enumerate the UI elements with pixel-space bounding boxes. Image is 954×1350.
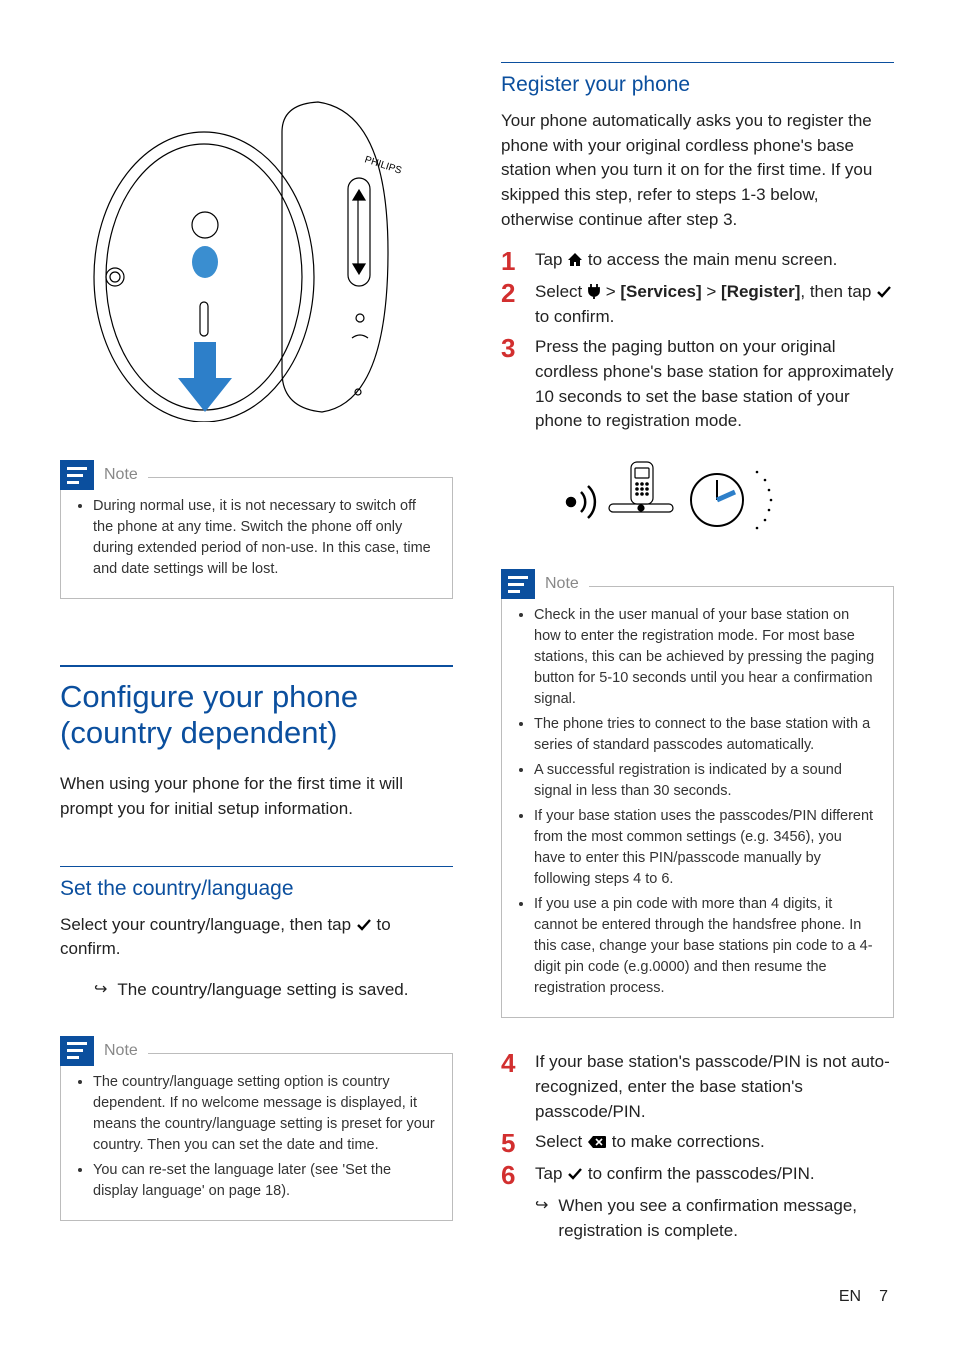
note-icon [60, 1036, 94, 1066]
svg-text:PHILIPS: PHILIPS [363, 154, 403, 176]
step-row: 2 Select > [Services] > [Register], then… [501, 280, 894, 329]
footer-lang: EN [839, 1288, 861, 1306]
note-item: If your base station uses the passcodes/… [534, 806, 877, 890]
subheading-country-language: Set the country/language [60, 866, 453, 901]
step-text: Select to make corrections. [535, 1130, 894, 1155]
figure-base-station-paging [501, 440, 894, 560]
step-number: 5 [501, 1130, 521, 1156]
check-icon [876, 285, 892, 299]
result-arrow-icon: ↪ [94, 978, 107, 1002]
plug-icon [587, 283, 601, 299]
two-column-layout: PHILIPS Note During normal use, it is no… [60, 62, 894, 1262]
step-number: 2 [501, 280, 521, 306]
note-box-1: Note During normal use, it is not necess… [60, 477, 453, 599]
step-number: 4 [501, 1050, 521, 1076]
note-list: The country/language setting option is c… [77, 1072, 436, 1202]
section-intro: When using your phone for the first time… [60, 772, 453, 821]
register-intro: Your phone automatically asks you to reg… [501, 109, 894, 232]
step-row: 4 If your base station's passcode/PIN is… [501, 1050, 894, 1124]
result-text: When you see a confirmation message, reg… [558, 1194, 894, 1243]
note-list: Check in the user manual of your base st… [518, 605, 877, 999]
note-item: The country/language setting option is c… [93, 1072, 436, 1156]
subheading-register-phone: Register your phone [501, 62, 894, 97]
step-text: Tap to confirm the passcodes/PIN. [535, 1162, 894, 1187]
note-box-2: Note The country/language setting option… [60, 1053, 453, 1221]
footer-page-number: 7 [879, 1288, 888, 1306]
note-icon [60, 460, 94, 490]
note-item: Check in the user manual of your base st… [534, 605, 877, 710]
backspace-icon [587, 1135, 607, 1149]
note-icon [501, 569, 535, 599]
step-text: Press the paging button on your original… [535, 335, 894, 434]
page: PHILIPS Note During normal use, it is no… [0, 0, 954, 1350]
step-number: 3 [501, 335, 521, 361]
note-item: If you use a pin code with more than 4 d… [534, 894, 877, 999]
step-number: 6 [501, 1162, 521, 1188]
phone-dock-illustration: PHILIPS [60, 62, 420, 422]
section-heading-configure: Configure your phone (country dependent) [60, 665, 453, 750]
note-title: Note [104, 466, 138, 484]
result-row: ↪ The country/language setting is saved. [94, 978, 453, 1003]
home-icon [567, 252, 583, 267]
result-row: ↪ When you see a confirmation message, r… [535, 1194, 894, 1243]
step-text: Select > [Services] > [Register], then t… [535, 280, 894, 329]
note-title: Note [104, 1042, 138, 1060]
page-footer: EN 7 [839, 1288, 888, 1306]
step-text: Tap to access the main menu screen. [535, 248, 894, 273]
step-number: 1 [501, 248, 521, 274]
step-row: 6 Tap to confirm the passcodes/PIN. [501, 1162, 894, 1188]
note-box-3: Note Check in the user manual of your ba… [501, 586, 894, 1018]
step-row: 5 Select to make corrections. [501, 1130, 894, 1156]
check-icon [356, 918, 372, 932]
step-row: 1 Tap to access the main menu screen. [501, 248, 894, 274]
check-icon [567, 1167, 583, 1181]
note-title: Note [545, 575, 579, 593]
step-text: If your base station's passcode/PIN is n… [535, 1050, 894, 1124]
result-text: The country/language setting is saved. [117, 978, 408, 1003]
step-row: 3 Press the paging button on your origin… [501, 335, 894, 434]
note-item: You can re-set the language later (see '… [93, 1160, 436, 1202]
note-item: A successful registration is indicated b… [534, 760, 877, 802]
result-arrow-icon: ↪ [535, 1194, 548, 1218]
note-item: During normal use, it is not necessary t… [93, 496, 436, 580]
set-country-body: Select your country/language, then tap t… [60, 913, 453, 962]
figure-phone-dock: PHILIPS [60, 62, 453, 451]
note-list: During normal use, it is not necessary t… [77, 496, 436, 580]
note-item: The phone tries to connect to the base s… [534, 714, 877, 756]
